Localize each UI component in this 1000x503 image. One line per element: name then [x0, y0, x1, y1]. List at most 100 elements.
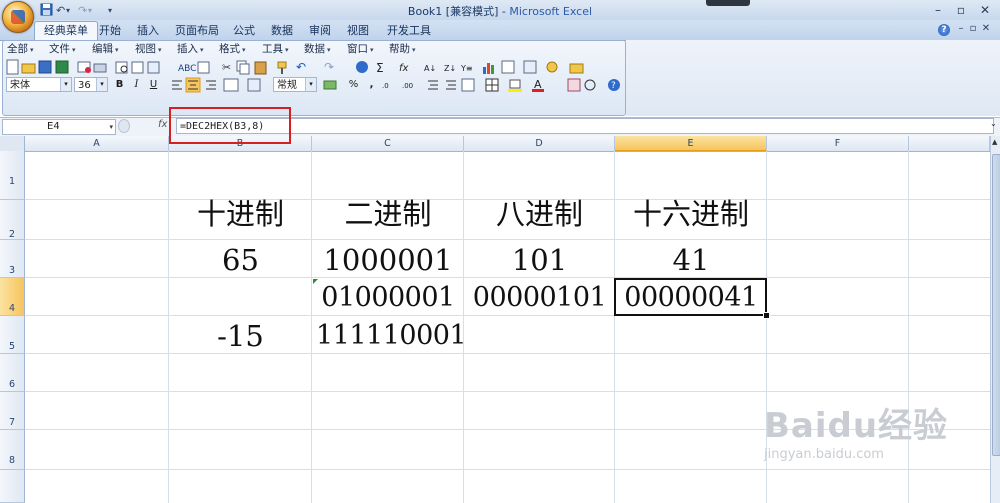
office-help-icon[interactable]: ? — [608, 79, 620, 91]
align-left-icon[interactable] — [172, 80, 182, 90]
row-header-6[interactable]: 6 — [0, 354, 25, 392]
underline-button[interactable]: U — [146, 77, 161, 92]
cell-d3[interactable]: 101 — [464, 242, 615, 278]
table-icon[interactable] — [523, 60, 537, 74]
cell-c3[interactable]: 1000001 — [312, 242, 464, 278]
menu-tools[interactable]: 工具 ▾ — [262, 42, 289, 57]
row-header-3[interactable]: 3 — [0, 240, 25, 278]
ribbon-close-button[interactable]: ✕ — [976, 21, 996, 37]
cell-b3[interactable]: 65 — [169, 242, 312, 278]
minimize-button[interactable]: – — [928, 2, 948, 18]
research-icon[interactable] — [147, 61, 160, 74]
font-size-select[interactable]: 36 ▾ — [74, 77, 108, 92]
email-icon[interactable] — [77, 61, 91, 73]
row-header-2[interactable]: 2 — [0, 200, 25, 240]
tab-page-layout[interactable]: 页面布局 — [166, 22, 228, 39]
italic-button[interactable]: I — [129, 77, 144, 92]
folder-icon[interactable] — [569, 63, 584, 74]
cancel-formula-icon[interactable] — [118, 119, 130, 133]
row-header-9[interactable] — [0, 470, 25, 503]
styles-icon[interactable] — [567, 78, 581, 92]
name-box[interactable]: E4 ▾ — [2, 119, 116, 135]
row-header-4[interactable]: 4 — [0, 278, 25, 316]
tab-view[interactable]: 视图 — [338, 22, 378, 39]
expand-formula-bar-icon[interactable]: ⌄ — [990, 119, 997, 128]
cell-c2[interactable]: 二进制 — [312, 196, 464, 232]
permission-icon[interactable] — [55, 60, 69, 74]
currency-icon[interactable] — [322, 77, 338, 96]
wrap-icon[interactable] — [247, 78, 261, 92]
select-all-button[interactable] — [0, 136, 25, 151]
close-button[interactable]: ✕ — [975, 2, 995, 18]
cell-b5[interactable]: -15 — [169, 318, 312, 354]
number-format-select[interactable]: 常规 ▾ — [273, 77, 317, 92]
font-color-icon[interactable]: A — [532, 78, 544, 92]
menu-window[interactable]: 窗口 ▾ — [347, 42, 374, 57]
autosum-icon[interactable]: Σ — [376, 61, 384, 75]
copy-icon[interactable] — [236, 60, 250, 75]
cell-d4[interactable]: 00000101 — [464, 280, 615, 316]
font-name-select[interactable]: 宋体 ▾ — [6, 77, 72, 92]
cut-icon[interactable]: ✂ — [222, 61, 231, 74]
column-header-e[interactable]: E — [615, 136, 767, 151]
column-header-c[interactable]: C — [312, 136, 464, 151]
column-header-g[interactable] — [909, 136, 990, 151]
cell-style-icon[interactable] — [461, 78, 475, 92]
borders-icon[interactable] — [485, 78, 499, 92]
tab-home[interactable]: 开始 — [90, 22, 130, 39]
row-header-7[interactable]: 7 — [0, 392, 25, 430]
menu-format[interactable]: 格式 ▾ — [219, 42, 246, 57]
cell-d2[interactable]: 八进制 — [464, 196, 615, 232]
paste-icon[interactable] — [254, 61, 267, 75]
tab-data[interactable]: 数据 — [262, 22, 302, 39]
increase-decimal-icon[interactable]: .0 — [382, 82, 389, 90]
insert-function-fx-icon[interactable]: fx — [158, 119, 167, 130]
fill-handle[interactable] — [763, 312, 770, 319]
print-icon[interactable] — [93, 63, 107, 73]
drawing-icon[interactable] — [546, 61, 558, 73]
percent-button[interactable]: % — [346, 77, 361, 92]
zoom-icon[interactable] — [584, 79, 596, 91]
menu-file[interactable]: 文件 ▾ — [49, 42, 76, 57]
column-header-f[interactable]: F — [767, 136, 909, 151]
tab-classic-menu[interactable]: 经典菜单 — [34, 21, 98, 41]
fill-color-icon[interactable] — [508, 79, 522, 92]
office-button[interactable] — [2, 1, 34, 33]
row-header-5[interactable]: 5 — [0, 316, 25, 354]
menu-edit[interactable]: 编辑 ▾ — [92, 42, 119, 57]
sort-ascending-icon[interactable]: A↓ — [424, 64, 436, 73]
merge-center-icon[interactable] — [223, 78, 239, 92]
tab-review[interactable]: 审阅 — [300, 22, 340, 39]
tab-insert[interactable]: 插入 — [128, 22, 168, 39]
menu-help[interactable]: 帮助 ▾ — [389, 42, 416, 57]
column-header-a[interactable]: A — [25, 136, 169, 151]
formula-input[interactable]: =DEC2HEX(B3,8) — [176, 118, 994, 134]
pivot-icon[interactable] — [501, 60, 515, 74]
cell-e2[interactable]: 十六进制 — [615, 196, 767, 232]
cell-e3[interactable]: 41 — [615, 242, 767, 278]
new-icon[interactable] — [6, 59, 19, 75]
row-header-8[interactable]: 8 — [0, 430, 25, 470]
hyperlink-icon[interactable] — [356, 61, 368, 73]
save-toolbar-icon[interactable] — [38, 60, 52, 74]
chart-icon[interactable] — [483, 63, 494, 74]
maximize-button[interactable]: ▫ — [951, 2, 971, 18]
filter-icon[interactable]: Y≡ — [460, 64, 473, 73]
tab-developer[interactable]: 开发工具 — [378, 22, 440, 39]
menu-view[interactable]: 视图 ▾ — [135, 42, 162, 57]
insert-function-icon[interactable]: fx — [399, 63, 409, 74]
sort-descending-icon[interactable]: Z↓ — [444, 64, 456, 73]
print-preview2-icon[interactable] — [131, 61, 144, 74]
format-painter-icon[interactable] — [277, 61, 287, 74]
align-center-icon[interactable] — [185, 77, 201, 93]
undo-toolbar-icon[interactable]: ↶ — [296, 60, 306, 74]
menu-all[interactable]: 全部 ▾ — [7, 42, 34, 57]
menu-data[interactable]: 数据 ▾ — [304, 42, 331, 57]
redo-toolbar-icon[interactable]: ↷ — [324, 60, 334, 74]
bold-button[interactable]: B — [112, 77, 127, 92]
column-header-d[interactable]: D — [464, 136, 615, 151]
row-header-1[interactable]: 1 — [0, 151, 25, 200]
cell-c4[interactable]: 01000001 — [312, 280, 464, 316]
increase-indent-icon[interactable] — [446, 80, 456, 90]
decrease-decimal-icon[interactable]: .00 — [402, 82, 413, 90]
